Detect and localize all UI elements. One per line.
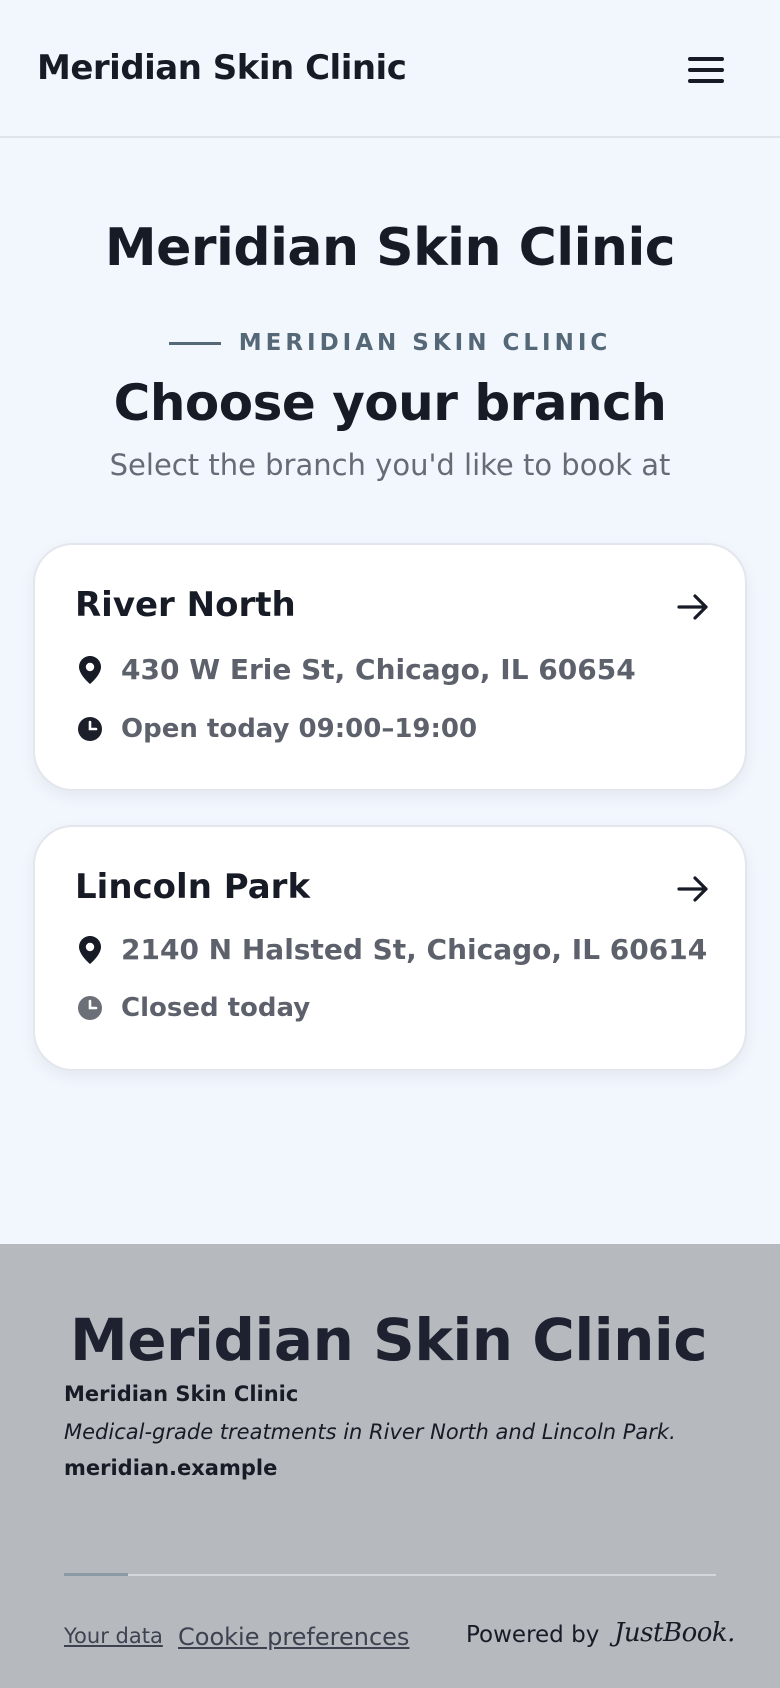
branch-address: 2140 N Halsted St, Chicago, IL 60614	[121, 933, 708, 966]
branch-name: River North	[75, 585, 296, 625]
section-heading: Choose your branch	[113, 374, 667, 432]
branch-hours-row: Closed today	[75, 993, 310, 1023]
footer-tagline: Medical-grade treatments in River North …	[64, 1420, 676, 1444]
clock-icon	[75, 993, 105, 1023]
footer-website[interactable]: meridian.example	[64, 1456, 277, 1480]
cookie-preferences-link[interactable]: Cookie preferences	[178, 1623, 409, 1651]
location-pin-icon	[75, 655, 105, 685]
footer-divider-accent	[64, 1573, 128, 1576]
page-title: Meridian Skin Clinic	[104, 218, 676, 278]
branch-hours: Closed today	[121, 993, 311, 1023]
eyebrow-text: MERIDIAN SKIN CLINIC	[238, 330, 612, 356]
site-footer: Meridian Skin Clinic Meridian Skin Clini…	[0, 1244, 780, 1688]
branch-address-row: 2140 N Halsted St, Chicago, IL 60614	[75, 933, 707, 966]
footer-brand: Meridian Skin Clinic	[70, 1306, 708, 1374]
clock-icon	[75, 714, 105, 744]
location-pin-icon	[75, 935, 105, 965]
powered-by-label: Powered by	[466, 1622, 600, 1648]
section-subtitle: Select the branch you'd like to book at	[109, 448, 671, 482]
branch-address: 430 W Erie St, Chicago, IL 60654	[121, 653, 636, 686]
site-header: Meridian Skin Clinic	[0, 0, 780, 138]
your-data-link[interactable]: Your data	[64, 1624, 163, 1648]
eyebrow: MERIDIAN SKIN CLINIC	[0, 330, 780, 356]
arrow-right-icon	[677, 594, 708, 620]
hamburger-menu-icon	[688, 57, 724, 83]
footer-divider	[64, 1574, 716, 1576]
justbook-logo[interactable]: JustBook.	[614, 1618, 735, 1648]
branch-address-row: 430 W Erie St, Chicago, IL 60654	[75, 653, 636, 686]
menu-button[interactable]	[682, 48, 730, 92]
branch-card-river-north[interactable]: River North 430 W Erie St, Chicago, IL 6…	[33, 543, 747, 791]
arrow-right-icon	[677, 876, 708, 902]
branch-hours: Open today 09:00–19:00	[121, 714, 478, 744]
header-brand[interactable]: Meridian Skin Clinic	[37, 48, 407, 88]
branch-hours-row: Open today 09:00–19:00	[75, 714, 477, 744]
footer-clinic-name: Meridian Skin Clinic	[64, 1382, 299, 1406]
branch-name: Lincoln Park	[75, 867, 311, 907]
branch-card-lincoln-park[interactable]: Lincoln Park 2140 N Halsted St, Chicago,…	[33, 825, 747, 1071]
eyebrow-line	[168, 341, 221, 345]
